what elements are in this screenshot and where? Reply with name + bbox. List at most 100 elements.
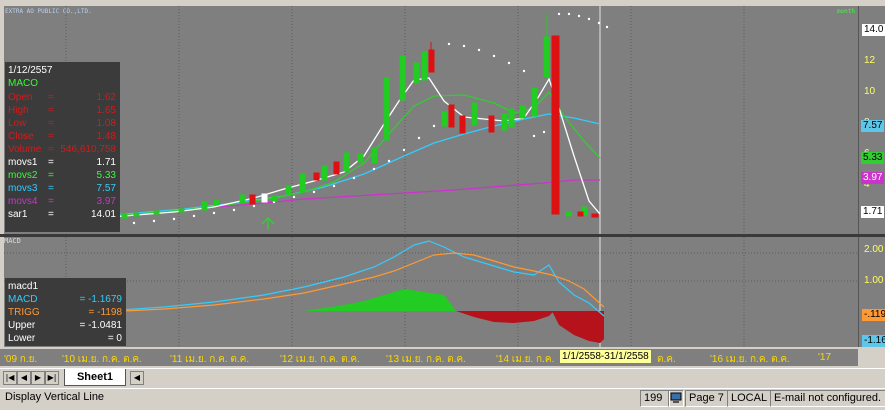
info-value: 1.71 <box>96 157 116 168</box>
price-tick: 14.0 <box>862 24 885 36</box>
info-value: 7.57 <box>96 183 116 194</box>
macd-key: TRIGG <box>8 307 40 318</box>
status-mode: LOCAL <box>727 390 771 407</box>
info-key: sar1 <box>8 209 28 220</box>
macd-value: = -1198 <box>88 307 122 318</box>
macd-panel[interactable] <box>4 237 858 347</box>
status-email: E-mail not configured. <box>770 390 885 407</box>
macd-axis-tick: 1.00 <box>864 275 884 286</box>
price-badge: 1.71 <box>861 206 885 218</box>
price-panel[interactable] <box>4 6 858 234</box>
info-eq: = <box>48 92 54 103</box>
info-value: 1.48 <box>96 131 116 142</box>
info-key: movs2 <box>8 170 38 181</box>
info-value: 1.65 <box>96 105 116 116</box>
info-row: movs3 = 7.57 <box>8 183 118 195</box>
chart-title: EXTRA AO PUBLIC CO.,LTD. <box>5 8 92 15</box>
date-label: '17 <box>818 352 832 363</box>
macd-key: MACD <box>8 294 38 305</box>
info-eq: = <box>48 157 54 168</box>
sheet-tab-bar: |◀ ◀ ▶ ▶| Sheet1 ◀ <box>0 368 885 387</box>
status-message: Display Vertical Line <box>5 391 105 403</box>
info-eq: = <box>48 183 54 194</box>
info-value: 3.97 <box>96 196 116 207</box>
ohlc-info-box: 1/12/2557 MACO Open = 1.62 High = 1.65 Low = 1.0… <box>5 62 120 232</box>
candles <box>121 14 599 219</box>
info-value: 1.62 <box>96 92 116 103</box>
info-key: movs3 <box>8 183 38 194</box>
macd-chart[interactable] <box>4 237 858 347</box>
macd-value: = 0 <box>107 333 122 344</box>
info-eq: = <box>48 131 54 142</box>
info-row: Low = 1.08 <box>8 118 118 130</box>
macd-value: = -1.0481 <box>79 320 122 331</box>
status-bar: Display Vertical Line 199 Page 7 LOCAL E… <box>0 388 885 407</box>
date-label: '14 เม.ย. ก.ค. <box>496 354 555 365</box>
info-key: movs1 <box>8 157 38 168</box>
sheet-tab[interactable]: Sheet1 <box>64 369 126 386</box>
date-label: '10 เม.ย. ก.ค. ต.ค. <box>62 354 142 365</box>
macd-row: Lower = 0 <box>8 332 124 345</box>
info-row: Volume = 546,610,758 <box>8 144 118 156</box>
info-key: High <box>8 105 29 116</box>
info-row: Open = 1.62 <box>8 92 118 104</box>
date-range-highlight: 1/1/2558-31/1/2558 <box>560 350 651 363</box>
info-key: Open <box>8 92 33 103</box>
price-badge: 3.97 <box>861 172 885 184</box>
info-symbol: MACO <box>8 78 38 89</box>
info-date: 1/12/2557 <box>8 65 53 76</box>
date-label: '09 ก.ย. <box>4 354 38 365</box>
info-eq: = <box>48 170 54 181</box>
info-value: 1.08 <box>96 118 116 129</box>
date-label: '13 เม.ย. ก.ค. ต.ค. <box>386 354 466 365</box>
info-eq: = <box>48 105 54 116</box>
macd-row: TRIGG = -1198 <box>8 306 124 319</box>
status-count: 199 <box>640 390 670 407</box>
macd-value-badge: -1.16 <box>862 335 885 347</box>
info-eq: = <box>48 118 54 129</box>
info-value: 5.33 <box>96 170 116 181</box>
price-chart[interactable] <box>4 6 858 234</box>
macd-axis: 2.00 1.00 -.119 -1.16 <box>858 237 885 347</box>
prev-sheet-icon[interactable]: ◀ <box>17 371 31 385</box>
date-label: '11 เม.ย. ก.ค. ต.ค. <box>170 354 250 365</box>
info-key: Low <box>8 118 27 129</box>
next-sheet-icon[interactable]: ▶ <box>31 371 45 385</box>
info-value: 546,610,758 <box>60 144 116 155</box>
date-label: '16 เม.ย. ก.ค. ต.ค. <box>710 354 790 365</box>
info-key: Close <box>8 131 34 142</box>
info-value: 14.01 <box>90 209 116 220</box>
price-tick: 10 <box>864 86 876 97</box>
price-axis: 14.012108642 7.575.333.971.71 <box>858 6 885 234</box>
info-row: High = 1.65 <box>8 105 118 117</box>
info-row: movs2 = 5.33 <box>8 170 118 182</box>
period-tag: month <box>836 8 855 15</box>
macd-title: macd1 <box>8 281 39 292</box>
info-key: movs4 <box>8 196 38 207</box>
info-row: movs1 = 1.71 <box>8 157 118 169</box>
macd-key: Upper <box>8 320 36 331</box>
status-page: Page 7 <box>685 390 728 407</box>
price-badge: 7.57 <box>861 120 885 132</box>
macd-info-box: macd1 MACD = -1.1679 TRIGG = -1198 Upper = -1… <box>5 278 126 346</box>
date-label: ต.ค. <box>657 354 676 365</box>
macd-histogram <box>304 289 604 343</box>
info-eq: = <box>48 209 54 220</box>
info-eq: = <box>48 144 54 155</box>
scroll-left-icon[interactable]: ◀ <box>130 371 144 385</box>
first-sheet-icon[interactable]: |◀ <box>3 371 17 385</box>
price-badge: 5.33 <box>861 152 885 164</box>
macd-key: Lower <box>8 333 36 344</box>
info-key: Volume <box>8 144 42 155</box>
macd-value: = -1.1679 <box>79 294 122 305</box>
info-row: sar1 = 14.01 <box>8 209 118 221</box>
date-label: '12 เม.ย. ก.ค. ต.ค. <box>280 354 360 365</box>
info-row: Close = 1.48 <box>8 131 118 143</box>
movs1-line <box>63 77 601 221</box>
buy-arrow-icon <box>261 216 275 230</box>
date-axis: '09 ก.ย. '10 เม.ย. ก.ค. ต.ค. '11 เม.ย. ก… <box>0 349 858 366</box>
macd-row: MACD = -1.1679 <box>8 293 124 306</box>
macd-axis-tick-top: 2.00 <box>864 244 884 255</box>
last-sheet-icon[interactable]: ▶| <box>45 371 59 385</box>
computer-icon <box>668 390 684 407</box>
